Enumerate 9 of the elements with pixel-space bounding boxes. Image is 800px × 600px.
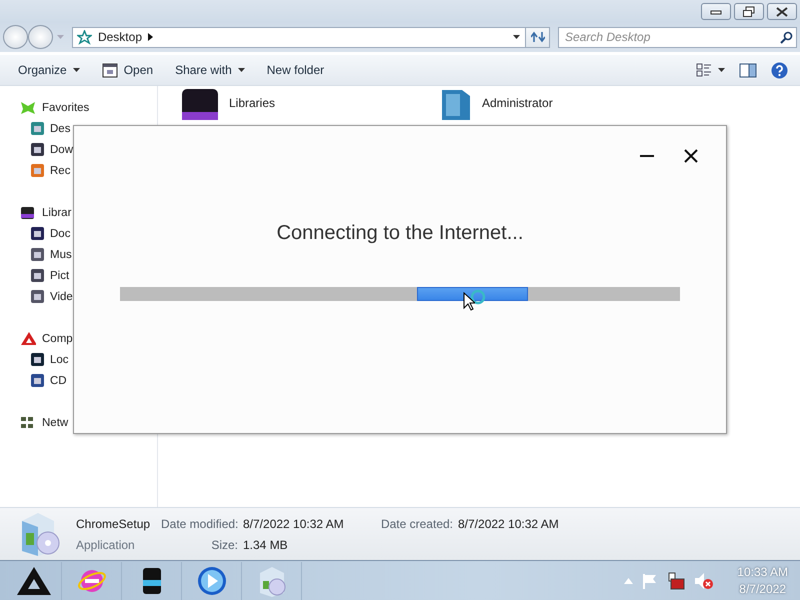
file-name: ChromeSetup — [76, 516, 152, 530]
field-value: 1.34 MB — [243, 538, 289, 552]
field-value: 8/7/2022 10:32 AM — [458, 516, 560, 530]
field-label: Date modified: — [161, 516, 240, 530]
file-type: Application — [76, 538, 136, 552]
field-value: 8/7/2022 10:32 AM — [243, 516, 345, 530]
field-label: Date created: — [380, 516, 454, 530]
field-label: Size: — [210, 538, 239, 552]
status-message: Connecting to the Internet... — [276, 222, 524, 245]
